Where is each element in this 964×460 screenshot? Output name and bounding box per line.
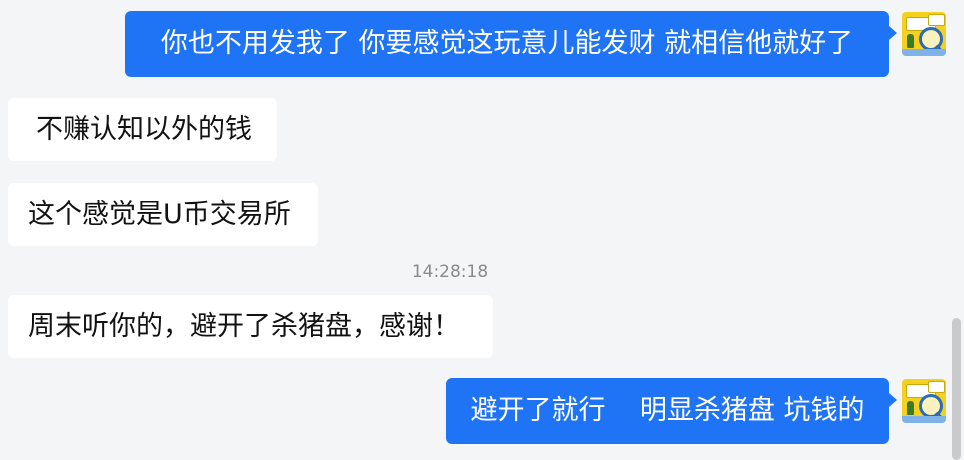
- chat-scrollbar[interactable]: [952, 318, 961, 460]
- message-text: 周末听你的，避开了杀猪盘，感谢！: [28, 311, 460, 342]
- incoming-message-bubble[interactable]: 不赚认知以外的钱: [8, 98, 277, 161]
- message-text: 这个感觉是U币交易所: [28, 199, 291, 230]
- chat-history: 你也不用发我了 你要感觉这玩意儿能发财 就相信他就好了 不赚认知以外的钱 这个感…: [0, 0, 964, 460]
- message-timestamp: 14:28:18: [411, 262, 489, 282]
- bubble-tail: [889, 26, 897, 40]
- outgoing-message-bubble[interactable]: 你也不用发我了 你要感觉这玩意儿能发财 就相信他就好了: [125, 11, 889, 77]
- bubble-tail: [889, 393, 897, 407]
- user-avatar-icon[interactable]: [902, 12, 946, 56]
- message-text: 不赚认知以外的钱: [36, 114, 252, 145]
- incoming-message-bubble[interactable]: 周末听你的，避开了杀猪盘，感谢！: [8, 295, 493, 358]
- outgoing-message-bubble[interactable]: 避开了就行 明显杀猪盘 坑钱的: [446, 378, 889, 444]
- user-avatar-icon[interactable]: [902, 379, 946, 423]
- message-text: 避开了就行 明显杀猪盘 坑钱的: [470, 395, 865, 426]
- incoming-message-bubble[interactable]: 这个感觉是U币交易所: [8, 183, 318, 246]
- message-text: 你也不用发我了 你要感觉这玩意儿能发财 就相信他就好了: [160, 28, 854, 59]
